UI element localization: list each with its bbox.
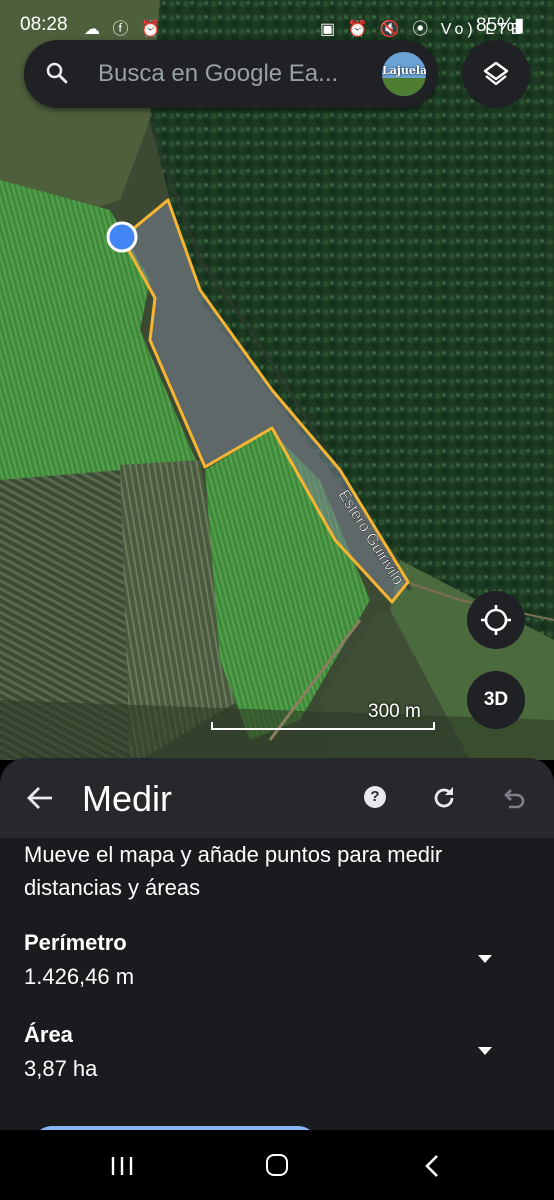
layers-icon	[483, 61, 509, 86]
search-bar[interactable]: Busca en Google Ea... Lajuela	[24, 40, 438, 108]
account-avatar[interactable]: Lajuela	[382, 52, 426, 96]
my-location-button[interactable]	[467, 591, 525, 649]
scale-label: 300 m	[368, 701, 421, 722]
area-value: 3,87 ha	[24, 1056, 98, 1081]
recents-icon[interactable]	[109, 1156, 135, 1176]
nav-back-icon[interactable]	[424, 1154, 440, 1178]
measure-instructions: Mueve el mapa y añade puntos para medir …	[24, 842, 443, 900]
measure-title: Medir	[82, 778, 173, 819]
scale-bar	[211, 722, 435, 730]
3d-label: 3D	[483, 689, 509, 710]
crosshair-icon	[481, 605, 511, 635]
search-icon	[46, 62, 68, 84]
3d-toggle-button[interactable]: 3D	[467, 671, 525, 729]
clock: 08:28	[20, 14, 68, 35]
notification-icons: ☁ ⓕ ⏰	[84, 21, 165, 38]
layers-button[interactable]	[462, 40, 530, 108]
current-location-dot	[106, 221, 138, 253]
measure-header: Medir ?	[0, 758, 554, 838]
area-expand-icon[interactable]	[478, 1047, 492, 1055]
system-navigation-bar	[0, 1130, 554, 1200]
perimeter-label: Perímetro	[24, 930, 127, 955]
reset-icon[interactable]	[430, 784, 458, 812]
home-icon[interactable]	[266, 1154, 288, 1176]
perimeter-value: 1.426,46 m	[24, 964, 135, 989]
help-icon[interactable]: ?	[364, 786, 386, 808]
back-arrow-icon[interactable]	[24, 782, 56, 814]
search-input[interactable]: Busca en Google Ea...	[98, 60, 338, 88]
avatar-ground	[382, 78, 426, 96]
undo-icon[interactable]	[500, 784, 528, 812]
satellite-map[interactable]: Estero Guirivilo	[0, 0, 554, 760]
battery-indicator: 85%▮	[476, 15, 525, 36]
perimeter-expand-icon[interactable]	[478, 955, 492, 963]
measure-panel: Medir ? Mueve el mapa y añade puntos par…	[0, 758, 554, 1130]
avatar-logo-text: Lajuela	[382, 64, 426, 77]
area-label: Área	[24, 1022, 73, 1047]
